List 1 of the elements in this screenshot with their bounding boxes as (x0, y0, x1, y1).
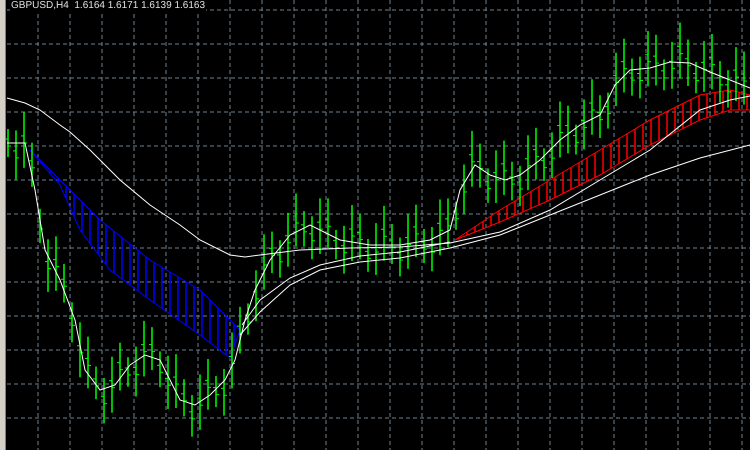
chart-header: GBPUSD,H4 1.6164 1.6171 1.6139 1.6163 (10, 0, 206, 11)
